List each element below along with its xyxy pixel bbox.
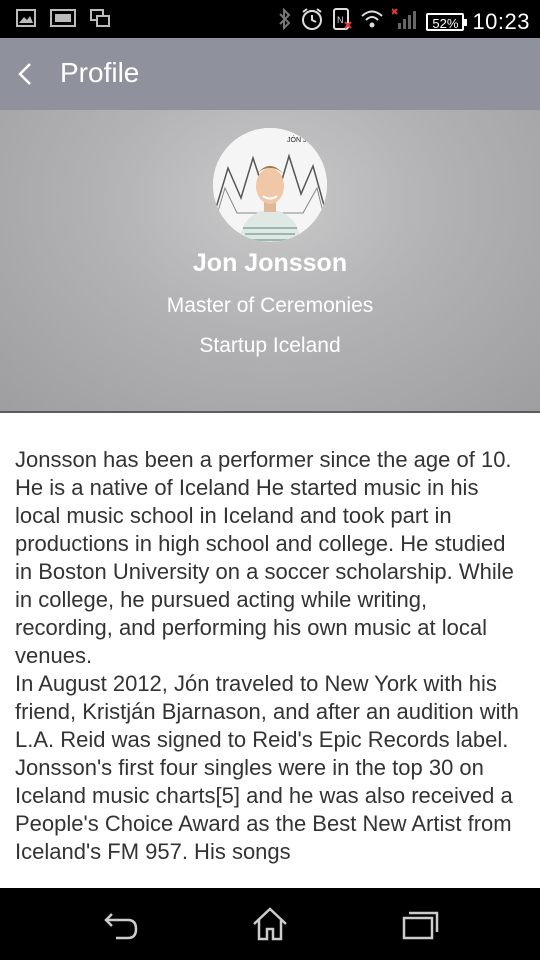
nfc-icon: N: [332, 7, 353, 36]
bio-text: Jonsson has been a performer since the a…: [15, 446, 527, 888]
bio-paragraph: Jonsson's first four singles were in the…: [15, 755, 513, 864]
back-icon: [104, 913, 138, 940]
alarm-icon: [300, 7, 324, 36]
home-icon: [253, 907, 287, 941]
image-notification-icon: [16, 9, 36, 32]
profile-role: Master of Ceremonies: [166, 294, 374, 317]
navigation-bar: [0, 888, 540, 960]
nav-recent-apps-button[interactable]: [398, 904, 442, 944]
back-button[interactable]: [8, 52, 48, 96]
bluetooth-icon: [278, 7, 292, 35]
nav-back-button[interactable]: [98, 904, 142, 944]
avatar: JÓN JÓN: [213, 128, 327, 242]
profile-organization: Startup Iceland: [199, 334, 341, 357]
bio-paragraph: In August 2012, Jón traveled to New York…: [15, 671, 519, 752]
status-bar: N 52% 10:23: [0, 0, 540, 38]
battery-icon: 52%: [426, 12, 468, 31]
bio-paragraph: Jonsson has been a performer since the a…: [15, 447, 514, 668]
page-title: Profile: [60, 57, 140, 88]
wifi-icon: [360, 9, 384, 34]
screenshot-notification-icon: [50, 9, 76, 32]
recent-apps-icon: [402, 911, 439, 940]
svg-text:N: N: [337, 15, 344, 25]
nav-home-button[interactable]: [248, 904, 292, 944]
signal-icon: [391, 8, 418, 35]
screen-mirror-icon: [90, 9, 110, 32]
profile-header: JÓN JÓN Jon Jonsson Master of Ceremonies…: [0, 110, 540, 413]
status-left-icons: [16, 9, 110, 32]
status-right-icons: N 52% 10:23: [278, 7, 530, 36]
avatar-text: JÓN JÓN: [287, 135, 317, 144]
profile-name: Jon Jonsson: [192, 249, 348, 277]
app-bar: Profile: [0, 38, 540, 110]
clock-time: 10:23: [472, 8, 530, 34]
chevron-left-icon: [18, 63, 31, 85]
